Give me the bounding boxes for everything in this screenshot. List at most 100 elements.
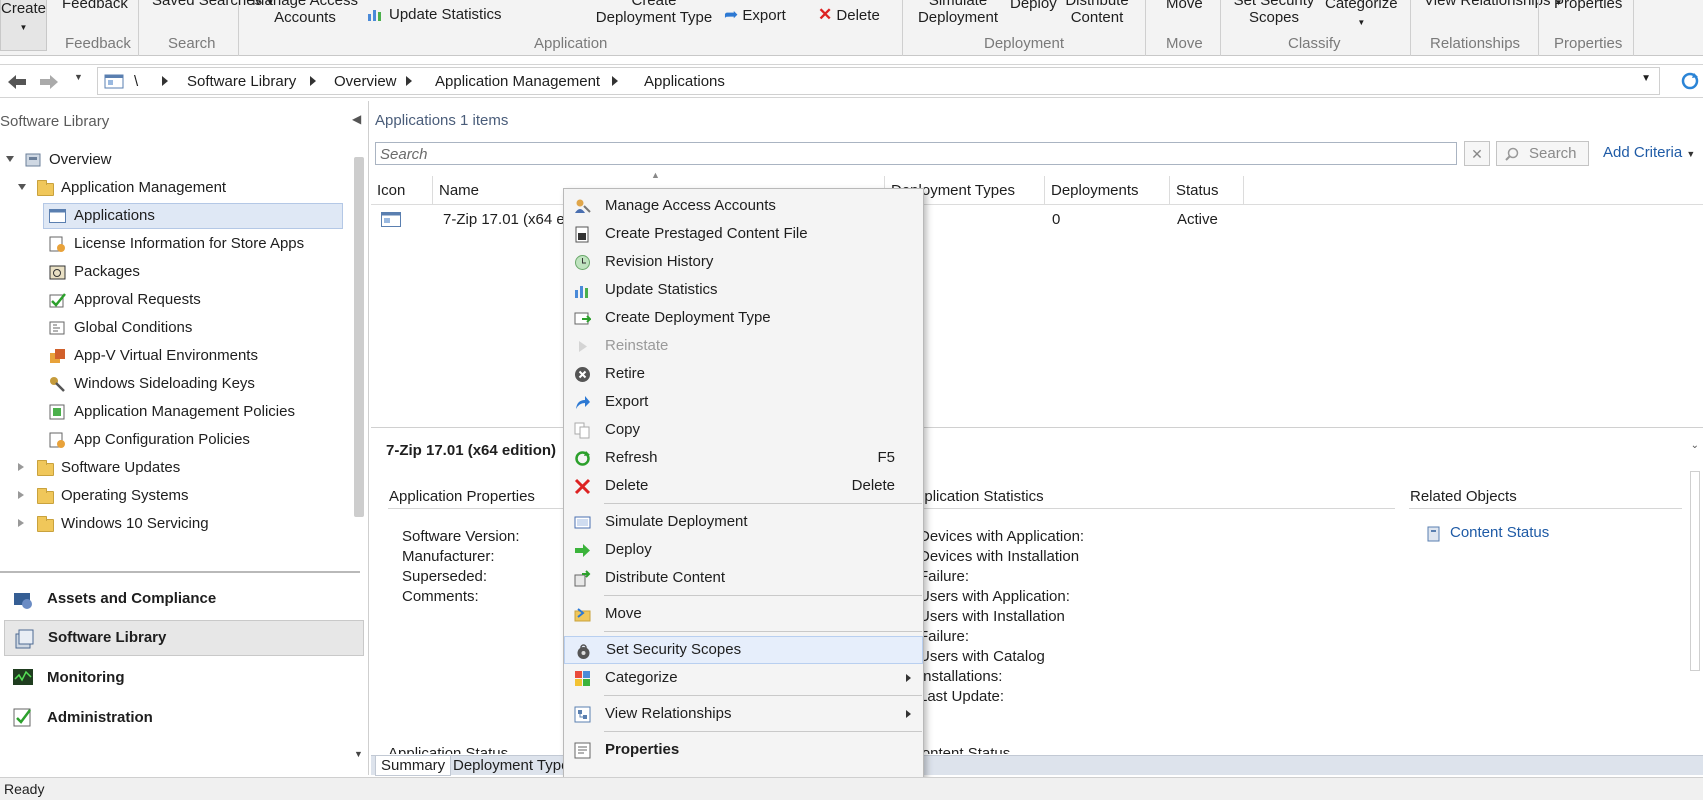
tab-deployment-types[interactable]: Deployment Types [448,756,582,776]
tree-node-packages[interactable]: Packages [43,259,343,285]
group-label-search: Search [168,35,216,52]
appv-icon [50,349,65,363]
menu-item-create-deployment-type[interactable]: Create Deployment Type [564,304,923,332]
export-button[interactable]: ➦ Export [724,6,786,24]
distribute-content-icon [574,570,591,587]
tree-node-software-updates[interactable]: Software Updates [0,455,340,481]
expand-triangle-icon[interactable] [6,156,14,162]
menu-item-properties[interactable]: Properties [564,736,923,764]
menu-item-deploy[interactable]: Deploy [564,536,923,564]
group-label-deployment: Deployment [984,35,1065,52]
update-statistics-button[interactable]: Update Statistics [367,6,502,23]
breadcrumb-application-management[interactable]: Application Management [435,73,600,90]
add-criteria-button[interactable]: Add Criteria ▼ [1603,144,1695,161]
categorize-button[interactable]: Categorize ▼ [1325,0,1398,31]
breadcrumb[interactable]: \ Software Library Overview Application … [97,67,1660,95]
simulate-deployment-button[interactable]: Simulate Deployment [916,0,1000,26]
properties-button[interactable]: Properties [1554,0,1622,12]
refresh-icon[interactable] [1680,71,1700,91]
manage-access-accounts-button[interactable]: Manage Access Accounts [250,0,360,26]
column-icon[interactable]: Icon [371,176,433,205]
breadcrumb-software-library[interactable]: Software Library [187,73,296,90]
collapsed-triangle-icon[interactable] [18,463,24,471]
chevron-right-icon [612,76,618,86]
create-button[interactable]: Create ▼ [0,0,47,51]
menu-item-update-statistics[interactable]: Update Statistics [564,276,923,304]
menu-item-categorize[interactable]: Categorize [564,664,923,692]
expand-triangle-icon[interactable] [18,184,26,190]
menu-item-export[interactable]: Export [564,388,923,416]
pane-splitter[interactable] [0,571,360,573]
menu-item-retire[interactable]: Retire [564,360,923,388]
menu-item-view-relationships[interactable]: View Relationships [564,700,923,728]
breadcrumb-root[interactable]: \ [134,73,138,90]
workspace-assets-compliance[interactable]: Assets and Compliance [4,581,364,617]
search-button[interactable]: Search [1496,141,1589,166]
tree-node-app-management-policies[interactable]: Application Management Policies [43,399,343,425]
tree-node-overview[interactable]: Overview [0,147,340,173]
navigation-pane: Software Library ◀ Overview Application … [0,101,369,775]
deploy-button[interactable]: Deploy [1010,0,1057,12]
feedback-button[interactable]: Feedback [62,0,128,12]
delete-button[interactable]: ✕ Delete [818,6,880,24]
history-dropdown-icon[interactable]: ▼ [74,72,83,82]
breadcrumb-applications[interactable]: Applications [644,73,725,90]
application-icon [381,212,401,227]
forward-arrow-icon[interactable] [38,73,60,91]
menu-item-move[interactable]: Move [564,600,923,628]
details-scrollbar[interactable] [1689,435,1701,757]
collapse-pane-icon[interactable]: ◀ [352,112,361,126]
create-deployment-type-button[interactable]: Create Deployment Type [594,0,714,26]
content-status-icon [1427,526,1440,542]
tree-node-application-management[interactable]: Application Management [0,175,340,201]
move-button[interactable]: Move [1166,0,1203,12]
menu-item-set-security-scopes[interactable]: Set Security Scopes [564,636,923,664]
tree-node-license-information[interactable]: License Information for Store Apps [43,231,343,257]
distribute-content-button[interactable]: Distribute Content [1062,0,1132,26]
collapsed-triangle-icon[interactable] [18,519,24,527]
stat-failure: Failure: [919,628,970,645]
configure-buttons-icon[interactable]: ▼ [354,749,363,759]
address-dropdown-icon[interactable]: ▼ [1641,73,1651,84]
scrollbar-thumb[interactable] [1690,471,1700,671]
tree-node-appv-environments[interactable]: App-V Virtual Environments [43,343,343,369]
ribbon: Create ▼ Feedback Feedback Saved Searches… [0,0,1703,56]
menu-item-copy[interactable]: Copy [564,416,923,444]
stat-users-with-installation: Users with Installation [919,608,1065,625]
breadcrumb-overview[interactable]: Overview [334,73,397,90]
stat-installations: Installations: [919,668,1003,685]
menu-item-distribute-content[interactable]: Distribute Content [564,564,923,592]
menu-item-refresh[interactable]: Refresh F5 [564,444,923,472]
tree-node-operating-systems[interactable]: Operating Systems [0,483,340,509]
back-arrow-icon[interactable] [6,73,28,91]
nav-scrollbar[interactable] [352,153,366,553]
tab-summary[interactable]: Summary [375,756,452,776]
tree-node-approval-requests[interactable]: Approval Requests [43,287,343,313]
set-security-scopes-button[interactable]: Set Security Scopes [1232,0,1316,26]
refresh-icon [575,451,590,466]
search-input[interactable]: Search [375,142,1457,165]
workspace-monitoring[interactable]: Monitoring [4,660,364,696]
tree-node-app-configuration-policies[interactable]: App Configuration Policies [43,427,343,453]
workspace-administration[interactable]: Administration [4,700,364,736]
menu-item-create-prestaged-content[interactable]: Create Prestaged Content File [564,220,923,248]
clear-search-button[interactable]: ✕ [1464,141,1490,166]
workspace-software-library[interactable]: Software Library [4,620,364,656]
menu-item-reinstate[interactable]: Reinstate [564,332,923,360]
tree-node-applications[interactable]: Applications [43,203,343,229]
tree-node-sideloading-keys[interactable]: Windows Sideloading Keys [43,371,343,397]
tree-node-windows10-servicing[interactable]: Windows 10 Servicing [0,511,340,537]
menu-item-simulate-deployment[interactable]: Simulate Deployment [564,508,923,536]
menu-item-delete[interactable]: Delete Delete [564,472,923,500]
collapsed-triangle-icon[interactable] [18,491,24,499]
column-status[interactable]: Status [1170,176,1244,205]
scrollbar-thumb[interactable] [354,157,364,517]
menu-item-revision-history[interactable]: Revision History [564,248,923,276]
tree-node-global-conditions[interactable]: Global Conditions [43,315,343,341]
saved-searches-button[interactable]: Saved Searches ▼ [152,0,274,11]
view-relationships-button[interactable]: View Relationships ▼ [1424,0,1563,11]
overview-icon [25,153,41,167]
menu-item-manage-access-accounts[interactable]: Manage Access Accounts [564,192,923,220]
view-relationships-icon [574,706,591,723]
column-deployments[interactable]: Deployments [1045,176,1170,205]
